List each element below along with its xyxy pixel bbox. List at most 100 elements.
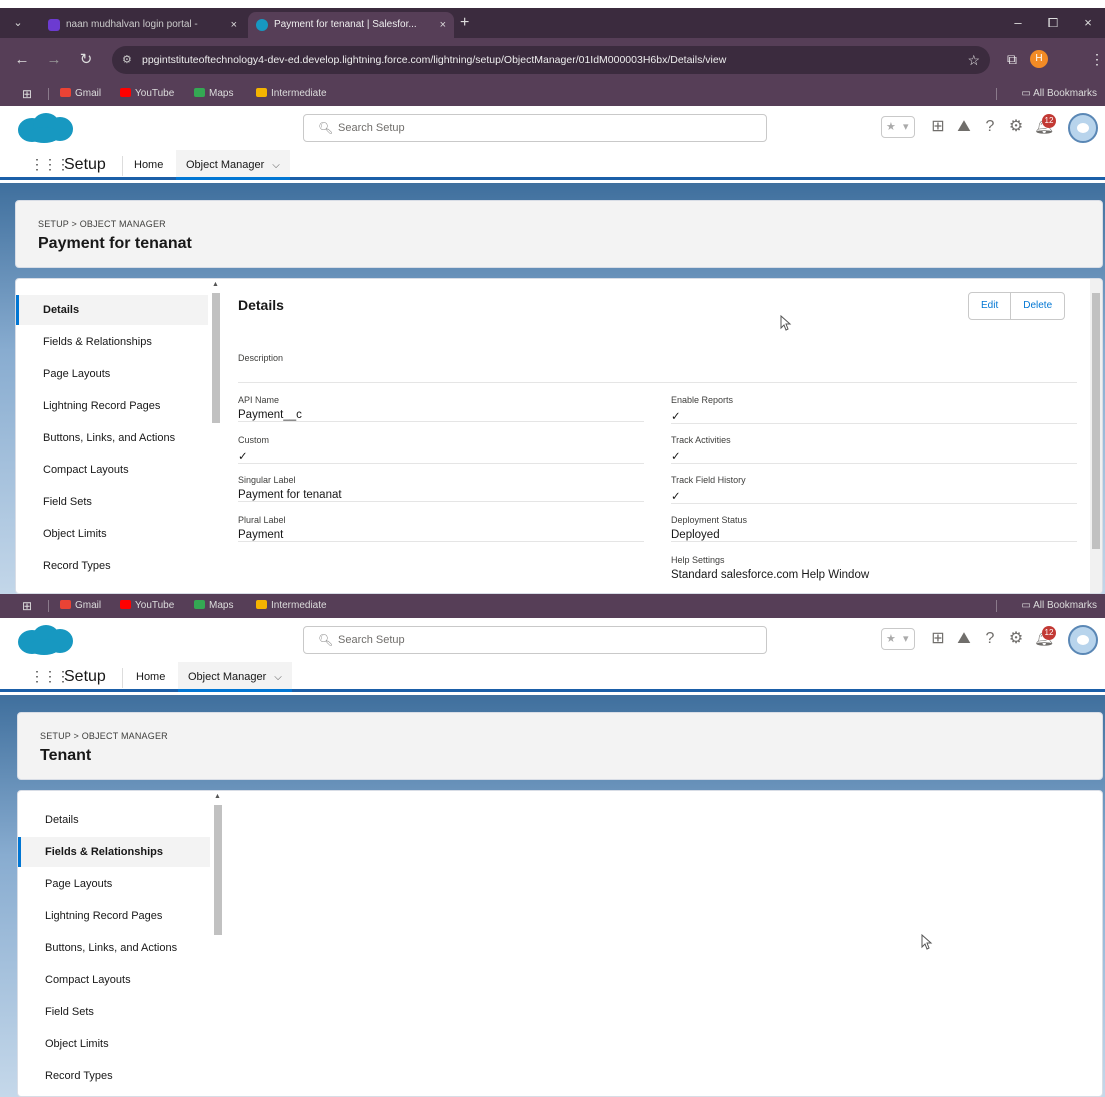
edit-button[interactable]: Edit bbox=[969, 293, 1010, 319]
close-tab-icon[interactable]: × bbox=[440, 12, 446, 38]
sidebar-item-page-layouts[interactable]: Page Layouts bbox=[16, 359, 208, 389]
details-scrollbar[interactable] bbox=[1090, 279, 1102, 593]
sidebar-item-lightning-record-pages[interactable]: Lightning Record Pages bbox=[18, 901, 210, 931]
global-actions-icon[interactable]: ⊞ bbox=[928, 628, 948, 650]
back-icon[interactable]: ← bbox=[12, 50, 32, 70]
naan-mudhalvan-favicon-icon bbox=[48, 19, 60, 31]
global-actions-icon[interactable]: ⊞ bbox=[928, 116, 948, 138]
scroll-up-icon[interactable]: ▲ bbox=[212, 281, 219, 288]
trailhead-icon[interactable]: ⛰ bbox=[954, 116, 974, 138]
bookmark-youtube[interactable]: YouTube bbox=[120, 594, 174, 618]
chevron-down-icon[interactable]: ⌵ bbox=[274, 672, 282, 683]
sidebar-item-object-limits[interactable]: Object Limits bbox=[18, 1029, 210, 1059]
sidebar-item-compact-layouts[interactable]: Compact Layouts bbox=[18, 965, 210, 995]
address-bar[interactable]: ⚙ ppgintstituteoftechnology4-dev-ed.deve… bbox=[112, 46, 990, 74]
help-icon[interactable]: ? bbox=[980, 116, 1000, 138]
trailhead-icon[interactable]: ⛰ bbox=[954, 628, 974, 650]
bookmark-gmail[interactable]: Gmail bbox=[60, 82, 101, 106]
scroll-up-icon[interactable]: ▲ bbox=[214, 793, 221, 800]
salesforce-logo-icon[interactable] bbox=[16, 112, 74, 144]
checkmark-icon: ✓ bbox=[671, 491, 681, 503]
new-tab-button[interactable]: + bbox=[460, 12, 469, 34]
sidebar-item-lightning-record-pages[interactable]: Lightning Record Pages bbox=[16, 391, 208, 421]
scrollbar-thumb[interactable] bbox=[1092, 293, 1100, 549]
star-icon: ★ bbox=[886, 121, 896, 133]
field-label: Track Field History bbox=[671, 475, 746, 485]
forward-icon[interactable]: → bbox=[44, 50, 64, 70]
nav-object-manager[interactable]: Object Manager ⌵ bbox=[176, 150, 290, 180]
favorites-button[interactable]: ★ ▾ bbox=[881, 116, 915, 138]
bookmark-star-icon[interactable]: ☆ bbox=[967, 46, 980, 74]
minimize-button[interactable]: – bbox=[1003, 12, 1033, 34]
help-icon[interactable]: ? bbox=[980, 628, 1000, 650]
delete-button[interactable]: Delete bbox=[1010, 293, 1064, 319]
sidebar-item-record-types[interactable]: Record Types bbox=[16, 551, 208, 581]
apps-grid-icon[interactable]: ⊞ bbox=[22, 82, 32, 106]
salesforce-logo-icon[interactable] bbox=[16, 624, 74, 656]
site-info-icon[interactable]: ⚙ bbox=[122, 53, 136, 67]
object-detail-card: Details Fields & Relationships Page Layo… bbox=[15, 278, 1103, 594]
search-setup-input[interactable]: 🔍︎ Search Setup bbox=[303, 114, 767, 142]
user-avatar[interactable] bbox=[1068, 113, 1098, 143]
all-bookmarks-button[interactable]: ▭ All Bookmarks bbox=[1021, 82, 1097, 106]
sidebar-item-fields-relationships[interactable]: Fields & Relationships bbox=[16, 327, 208, 357]
bookmark-gmail[interactable]: Gmail bbox=[60, 594, 101, 618]
user-avatar[interactable] bbox=[1068, 625, 1098, 655]
favorites-button[interactable]: ★ ▾ bbox=[881, 628, 915, 650]
bookmarks-bar: ⊞ Gmail YouTube Maps Intermediate ▭ All … bbox=[0, 82, 1105, 106]
browser-tab-naan-mudhalvan[interactable]: naan mudhalvan login portal - × bbox=[40, 12, 245, 38]
browser-toolbar: ← → ↻ ⚙ ppgintstituteoftechnology4-dev-e… bbox=[0, 38, 1105, 82]
setup-gear-icon[interactable]: ⚙ bbox=[1006, 116, 1026, 138]
sidebar-item-record-types[interactable]: Record Types bbox=[18, 1061, 210, 1091]
extensions-icon[interactable]: ⧉ bbox=[1007, 49, 1017, 69]
youtube-icon bbox=[120, 600, 131, 609]
reload-icon[interactable]: ↻ bbox=[76, 50, 96, 70]
close-window-button[interactable]: × bbox=[1073, 12, 1103, 34]
enable-reports-field: Enable Reports ✓ bbox=[671, 395, 1077, 424]
search-setup-input[interactable]: 🔍︎ Search Setup bbox=[303, 626, 767, 654]
sidebar-item-buttons-links-actions[interactable]: Buttons, Links, and Actions bbox=[18, 933, 210, 963]
setup-gear-icon[interactable]: ⚙ bbox=[1006, 628, 1026, 650]
app-nav-bar: ⋮⋮⋮ Setup Home Object Manager ⌵ bbox=[0, 662, 1105, 692]
singular-label-field: Singular Label Payment for tenanat bbox=[238, 475, 644, 502]
sidebar-item-compact-layouts[interactable]: Compact Layouts bbox=[16, 455, 208, 485]
sidebar-item-page-layouts[interactable]: Page Layouts bbox=[18, 869, 210, 899]
apps-grid-icon[interactable]: ⊞ bbox=[22, 594, 32, 618]
checkmark-icon: ✓ bbox=[238, 451, 248, 463]
browser-tab-salesforce[interactable]: Payment for tenanat | Salesfor... × bbox=[248, 12, 454, 38]
breadcrumb[interactable]: SETUP > OBJECT MANAGER bbox=[40, 731, 168, 741]
sidebar-item-details[interactable]: Details bbox=[18, 805, 210, 835]
app-name: Setup bbox=[64, 156, 106, 173]
chevron-down-icon[interactable]: ⌵ bbox=[272, 160, 280, 171]
bookmark-maps[interactable]: Maps bbox=[194, 594, 233, 618]
scrollbar-thumb[interactable] bbox=[214, 805, 222, 935]
sidebar-item-object-limits[interactable]: Object Limits bbox=[16, 519, 208, 549]
chevron-down-icon: ▾ bbox=[903, 121, 909, 133]
sidebar-item-fields-relationships[interactable]: Fields & Relationships bbox=[18, 837, 210, 867]
sidebar-item-buttons-links-actions[interactable]: Buttons, Links, and Actions bbox=[16, 423, 208, 453]
chrome-menu-icon[interactable]: ⋮ bbox=[1090, 49, 1104, 69]
tab-search-button[interactable]: ⌄ bbox=[8, 14, 28, 32]
close-tab-icon[interactable]: × bbox=[231, 12, 237, 38]
breadcrumb[interactable]: SETUP > OBJECT MANAGER bbox=[38, 219, 166, 229]
maps-icon bbox=[194, 88, 205, 97]
bookmark-intermediate[interactable]: Intermediate bbox=[256, 594, 327, 618]
sidebar-item-details[interactable]: Details bbox=[16, 295, 208, 325]
divider bbox=[48, 600, 49, 612]
nav-home[interactable]: Home bbox=[136, 662, 165, 692]
maximize-button[interactable]: ⧠ bbox=[1038, 12, 1068, 34]
sidebar-item-field-sets[interactable]: Field Sets bbox=[18, 997, 210, 1027]
salesforce-window-2: 🔍︎Search Setup ★▾ ⊞ ⛰ ? ⚙ 🔔︎ 12 ⋮⋮⋮ Setu… bbox=[0, 618, 1105, 1097]
all-bookmarks-button[interactable]: ▭ All Bookmarks bbox=[1021, 594, 1097, 618]
scrollbar-thumb[interactable] bbox=[212, 293, 220, 423]
track-activities-field: Track Activities ✓ bbox=[671, 435, 1077, 464]
bookmark-youtube[interactable]: YouTube bbox=[120, 82, 174, 106]
field-label: API Name bbox=[238, 395, 280, 405]
nav-home[interactable]: Home bbox=[134, 150, 163, 180]
bookmark-intermediate[interactable]: Intermediate bbox=[256, 82, 327, 106]
profile-avatar[interactable]: H bbox=[1030, 50, 1048, 68]
nav-object-manager[interactable]: Object Manager ⌵ bbox=[178, 662, 292, 692]
mouse-cursor-icon bbox=[921, 934, 933, 950]
bookmark-maps[interactable]: Maps bbox=[194, 82, 233, 106]
sidebar-item-field-sets[interactable]: Field Sets bbox=[16, 487, 208, 517]
